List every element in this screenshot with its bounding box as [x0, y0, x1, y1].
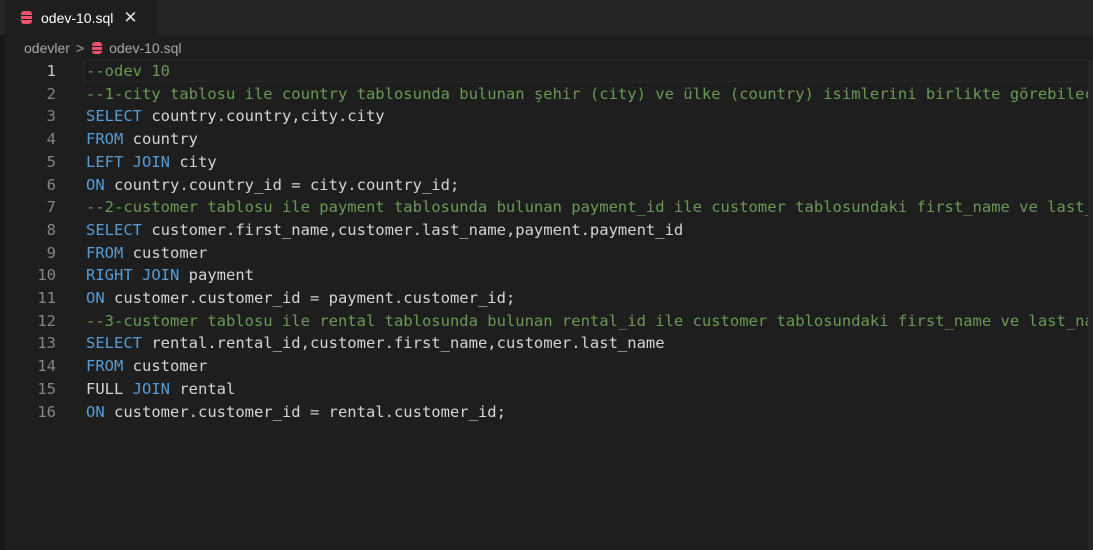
- vertical-scrollbar[interactable]: [1088, 60, 1093, 550]
- line-number: 13: [37, 334, 56, 353]
- line-code: SELECT country.country,city.city: [86, 105, 385, 128]
- text-token: rental.rental_id,customer.first_name,cus…: [142, 334, 665, 353]
- chevron-right-icon: >: [75, 40, 85, 56]
- line-number: 8: [46, 220, 56, 239]
- line-number: 9: [46, 243, 56, 262]
- code-line[interactable]: 13 SELECT rental.rental_id,customer.first…: [5, 332, 1088, 355]
- breadcrumb: odevler > odev-10.sql: [24, 37, 182, 59]
- line-code: FROM country: [86, 128, 198, 151]
- line-number: 14: [37, 357, 56, 376]
- keyword-token: LEFT JOIN: [86, 152, 170, 171]
- line-code: FROM customer: [86, 242, 207, 265]
- tab-bar: odev-10.sql ✕: [0, 0, 1093, 35]
- tab-odev-10-sql[interactable]: odev-10.sql ✕: [5, 0, 157, 35]
- database-icon: [21, 11, 32, 24]
- line-number: 2: [46, 84, 56, 103]
- breadcrumb-folder[interactable]: odevler: [24, 40, 70, 56]
- text-token: rental: [170, 379, 236, 398]
- line-number: 1: [46, 62, 56, 80]
- code-line[interactable]: 3 SELECT country.country,city.city: [5, 105, 1088, 128]
- code-line[interactable]: 8 SELECT customer.first_name,customer.las…: [5, 219, 1088, 242]
- text-token: customer.customer_id = payment.customer_…: [104, 289, 516, 307]
- text-token: payment: [179, 266, 254, 285]
- line-number: 16: [37, 402, 56, 421]
- text-token: country.country_id = city.country_id;: [104, 175, 460, 194]
- text-token: customer: [123, 243, 208, 262]
- tab-title: odev-10.sql: [41, 9, 114, 26]
- line-code: --1-city tablosu ile country tablosunda …: [86, 83, 1093, 106]
- code-line[interactable]: 1 --odev 10: [5, 60, 1090, 83]
- line-number: 7: [46, 198, 56, 217]
- keyword-token: ON: [86, 289, 105, 307]
- line-number: 4: [46, 130, 56, 149]
- line-number: 10: [37, 266, 56, 285]
- keyword-token: SELECT: [86, 334, 142, 353]
- line-code: ON customer.customer_id = rental.custome…: [86, 401, 506, 424]
- comment-token: --3-customer tablosu ile rental tablosun…: [86, 311, 1093, 330]
- line-number: 6: [46, 175, 56, 194]
- text-token: country: [123, 130, 198, 149]
- code-editor[interactable]: 1 --odev 10 2 --1-city tablosu ile country …: [5, 60, 1093, 550]
- code-line[interactable]: 9 FROM customer: [5, 242, 1088, 265]
- line-code: ON customer.customer_id = payment.custom…: [86, 287, 515, 310]
- text-token: country.country,city.city: [142, 107, 385, 126]
- line-number: 15: [37, 379, 56, 398]
- line-code: ON country.country_id = city.country_id;: [86, 174, 459, 197]
- database-icon: [92, 42, 103, 54]
- line-code: FROM customer: [86, 355, 207, 378]
- line-code: FULL JOIN rental: [86, 378, 235, 401]
- code-line[interactable]: 12 --3-customer tablosu ile rental tablos…: [5, 310, 1093, 333]
- current-line-highlight: [83, 60, 1090, 82]
- line-number: 11: [37, 289, 56, 307]
- comment-token: --odev 10: [86, 62, 170, 80]
- code-line[interactable]: 7 --2-customer tablosu ile payment tablos…: [5, 196, 1093, 219]
- code-line[interactable]: 15 FULL JOIN rental: [5, 378, 1088, 401]
- keyword-token: ON: [86, 402, 105, 421]
- close-icon[interactable]: ✕: [123, 8, 137, 28]
- line-code: --3-customer tablosu ile rental tablosun…: [86, 310, 1093, 333]
- keyword-token: ON: [86, 175, 105, 194]
- keyword-token: FROM: [86, 243, 124, 262]
- line-code: LEFT JOIN city: [86, 151, 217, 174]
- keyword-token: FROM: [86, 357, 124, 376]
- code-line[interactable]: 6 ON country.country_id = city.country_id…: [5, 174, 1088, 197]
- line-code: --odev 10: [86, 60, 170, 83]
- line-code: --2-customer tablosu ile payment tablosu…: [86, 196, 1093, 219]
- breadcrumb-file[interactable]: odev-10.sql: [109, 40, 181, 56]
- text-token: customer.first_name,customer.last_name,p…: [142, 220, 684, 239]
- keyword-token: SELECT: [86, 220, 142, 239]
- text-token: customer: [123, 357, 208, 376]
- comment-token: --2-customer tablosu ile payment tablosu…: [86, 198, 1093, 217]
- keyword-token: RIGHT JOIN: [86, 266, 180, 285]
- text-token: city: [170, 152, 217, 171]
- line-code: SELECT customer.first_name,customer.last…: [86, 219, 683, 242]
- line-code: RIGHT JOIN payment: [86, 264, 254, 287]
- text-token: customer.customer_id = rental.customer_i…: [104, 402, 506, 421]
- text-token: FULL: [86, 379, 133, 398]
- line-number: 5: [46, 152, 56, 171]
- line-number: 3: [46, 107, 56, 126]
- keyword-token: SELECT: [86, 107, 142, 126]
- code-line[interactable]: 14 FROM customer: [5, 355, 1088, 378]
- keyword-token: JOIN: [132, 379, 170, 398]
- code-line[interactable]: 4 FROM country: [5, 128, 1088, 151]
- code-line[interactable]: 16 ON customer.customer_id = rental.custo…: [5, 401, 1088, 424]
- code-line[interactable]: 2 --1-city tablosu ile country tablosunda…: [5, 83, 1093, 106]
- comment-token: --1-city tablosu ile country tablosunda …: [86, 84, 1093, 103]
- code-line[interactable]: 11 ON customer.customer_id = payment.cust…: [5, 287, 1088, 310]
- code-line[interactable]: 5 LEFT JOIN city: [5, 151, 1088, 174]
- keyword-token: FROM: [86, 130, 124, 149]
- line-code: SELECT rental.rental_id,customer.first_n…: [86, 332, 665, 355]
- line-number: 12: [37, 311, 56, 330]
- code-line[interactable]: 10 RIGHT JOIN payment: [5, 264, 1088, 287]
